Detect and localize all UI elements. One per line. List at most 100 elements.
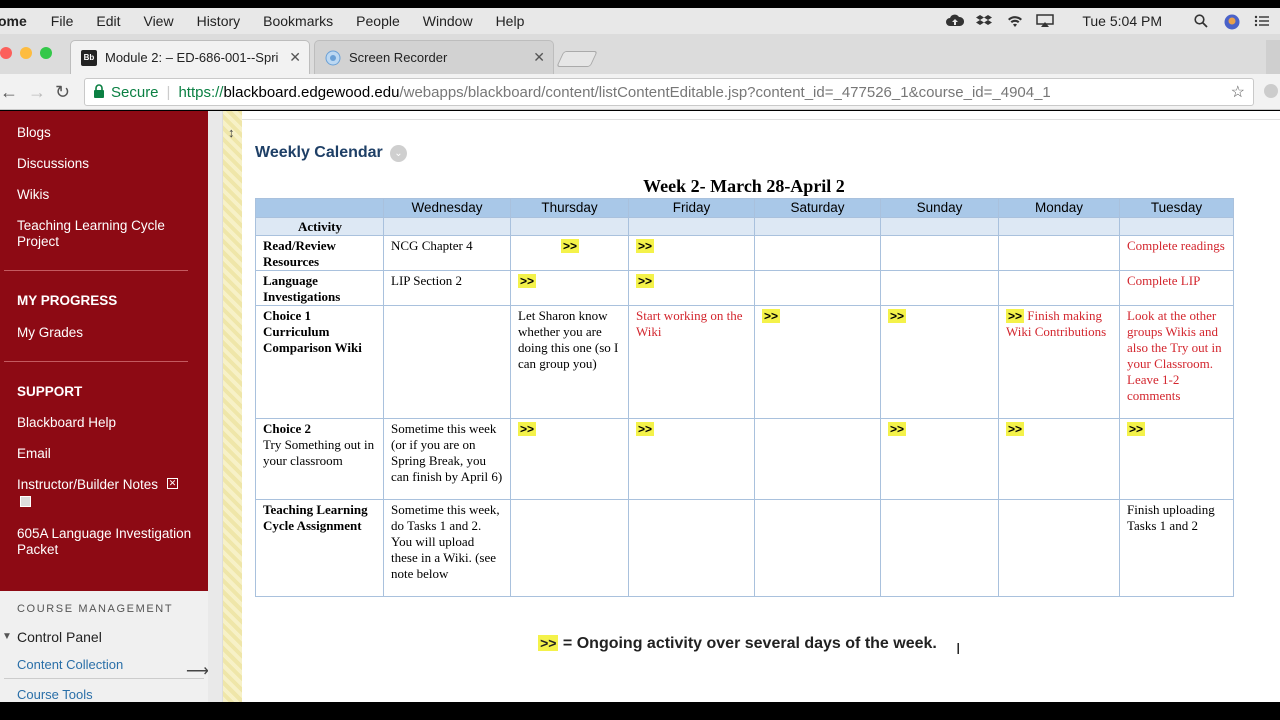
ongoing-marker: >> (888, 309, 907, 323)
text-cursor-icon: I (956, 641, 961, 658)
table-cell: Complete readings (1119, 235, 1234, 271)
close-tab-icon[interactable]: ✕ (289, 49, 301, 66)
app-menu[interactable]: ome (0, 13, 27, 29)
ongoing-marker: >> (636, 422, 655, 436)
table-row: Read/Review Resources NCG Chapter 4 >> >> Co… (255, 235, 1234, 271)
url-path: /webapps/blackboard/content/listContentE… (399, 83, 1051, 101)
course-tools-link[interactable]: Course Tools (17, 687, 93, 702)
user-profile-icon[interactable] (1224, 14, 1240, 30)
course-management-heading: COURSE MANAGEMENT (17, 603, 174, 615)
menu-help[interactable]: Help (496, 13, 525, 29)
content-collection-link[interactable]: Content Collection (17, 657, 123, 672)
menubar-clock[interactable]: Tue 5:04 PM (1082, 13, 1162, 29)
ongoing-marker: >> (636, 274, 655, 288)
airplay-icon[interactable] (1036, 14, 1055, 28)
column-header: Sunday (880, 198, 999, 218)
sidebar-divider (4, 361, 188, 362)
ongoing-marker: >> (888, 422, 907, 436)
back-arrow-icon[interactable]: ← (0, 82, 18, 103)
table-row: Choice 1 Curriculum Comparison Wiki Let … (255, 305, 1234, 419)
dropbox-icon[interactable] (976, 14, 993, 28)
spotlight-search-icon[interactable] (1194, 14, 1210, 28)
table-cell: >> (998, 418, 1120, 500)
macos-menubar: ome File Edit View History Bookmarks Peo… (0, 8, 1280, 34)
row-label-text: Choice 2 (263, 421, 312, 436)
table-cell (510, 217, 629, 236)
window-edge (1266, 40, 1280, 74)
column-header: Friday (628, 198, 755, 218)
sidebar-item-my-grades[interactable]: My Grades (17, 325, 192, 341)
extension-icon[interactable] (1264, 84, 1278, 98)
sidebar-heading-progress: MY PROGRESS (17, 293, 118, 308)
tab-module-2[interactable]: Bb Module 2: – ED-686-001--Spri ✕ (70, 40, 310, 74)
blackboard-favicon-icon: Bb (81, 49, 97, 66)
menu-bookmarks[interactable]: Bookmarks (263, 13, 333, 29)
menu-file[interactable]: File (51, 13, 74, 29)
menu-edit[interactable]: Edit (96, 13, 120, 29)
cell-text: Sometime this week (or if you are on Spr… (391, 421, 503, 484)
sidebar-item-blogs[interactable]: Blogs (17, 125, 192, 141)
forward-arrow-icon[interactable]: → (28, 82, 46, 103)
content-top-rule (242, 119, 1280, 120)
url-scheme: https:// (178, 83, 224, 101)
menu-people[interactable]: People (356, 13, 400, 29)
table-cell: Look at the other groups Wikis and also … (1119, 305, 1234, 419)
cell-text: Let Sharon know whether you are doing th… (518, 308, 619, 371)
row-label: Language Investigations (255, 270, 384, 306)
cell-text: Finish uploading Tasks 1 and 2 (1127, 502, 1215, 533)
sidebar-item-blackboard-help[interactable]: Blackboard Help (17, 415, 192, 431)
cell-text: Start working on the Wiki (636, 308, 743, 339)
table-cell (754, 235, 881, 271)
wifi-icon[interactable] (1006, 14, 1023, 28)
management-divider (4, 678, 204, 679)
menu-history[interactable]: History (197, 13, 241, 29)
column-header: Wednesday (383, 198, 511, 218)
bookmark-star-icon[interactable]: ☆ (1231, 82, 1245, 102)
window-zoom-button[interactable] (40, 47, 52, 59)
tab-screen-recorder[interactable]: Screen Recorder ✕ (314, 40, 554, 74)
screen-top-border (0, 0, 1280, 8)
cell-text: Complete readings (1127, 238, 1225, 253)
drag-handle-icon[interactable]: ↕ (228, 125, 235, 140)
menu-window[interactable]: Window (423, 13, 473, 29)
weekly-calendar-table: Wednesday Thursday Friday Saturday Sunda… (255, 198, 1234, 597)
sidebar-item-tlc-project[interactable]: Teaching Learning Cycle Project (17, 218, 192, 250)
table-cell: Sometime this week (or if you are on Spr… (383, 418, 511, 500)
table-cell (880, 217, 999, 236)
row-label: Read/Review Resources (255, 235, 384, 271)
sidebar-item-instructor-notes[interactable]: Instructor/Builder Notes (17, 477, 167, 493)
window-close-button[interactable] (0, 47, 12, 59)
ongoing-marker: >> (518, 274, 537, 288)
sidebar-item-wikis[interactable]: Wikis (17, 187, 192, 203)
sidebar-item-discussions[interactable]: Discussions (17, 156, 192, 172)
cloud-upload-icon[interactable] (946, 14, 965, 28)
table-cell (754, 217, 881, 236)
row-sublabel: Try Something out in your classroom (263, 437, 375, 468)
sidebar-item-email[interactable]: Email (17, 446, 192, 462)
chevron-down-icon[interactable]: ⌄ (390, 145, 407, 162)
menu-view[interactable]: View (143, 13, 173, 29)
table-cell (383, 305, 511, 419)
table-cell: >> (628, 270, 755, 306)
close-tab-icon[interactable]: ✕ (533, 49, 545, 66)
legend-text: = Ongoing activity over several days of … (558, 635, 937, 652)
control-panel-label[interactable]: Control Panel (17, 629, 102, 645)
table-cell (754, 270, 881, 306)
table-cell: Complete LIP (1119, 270, 1234, 306)
table-cell: Let Sharon know whether you are doing th… (510, 305, 629, 419)
table-cell (998, 217, 1120, 236)
reload-icon[interactable]: ↻ (55, 82, 70, 103)
table-cell (754, 499, 881, 597)
notification-center-icon[interactable] (1254, 14, 1270, 28)
column-header: Tuesday (1119, 198, 1234, 218)
table-cell: >> (510, 418, 629, 500)
content-item-title[interactable]: Weekly Calendar (255, 144, 383, 162)
expand-triangle-icon[interactable]: ▼ (2, 631, 12, 642)
row-label: Teaching Learning Cycle Assignment (255, 499, 384, 597)
table-cell: >> (510, 235, 629, 271)
sidebar-item-605a-packet[interactable]: 605A Language Investigation Packet (17, 526, 192, 558)
address-bar[interactable]: Secure | https:// blackboard.edgewood.ed… (84, 78, 1254, 106)
cell-text: Complete LIP (1127, 273, 1201, 288)
window-minimize-button[interactable] (20, 47, 32, 59)
new-tab-button[interactable] (556, 51, 598, 67)
